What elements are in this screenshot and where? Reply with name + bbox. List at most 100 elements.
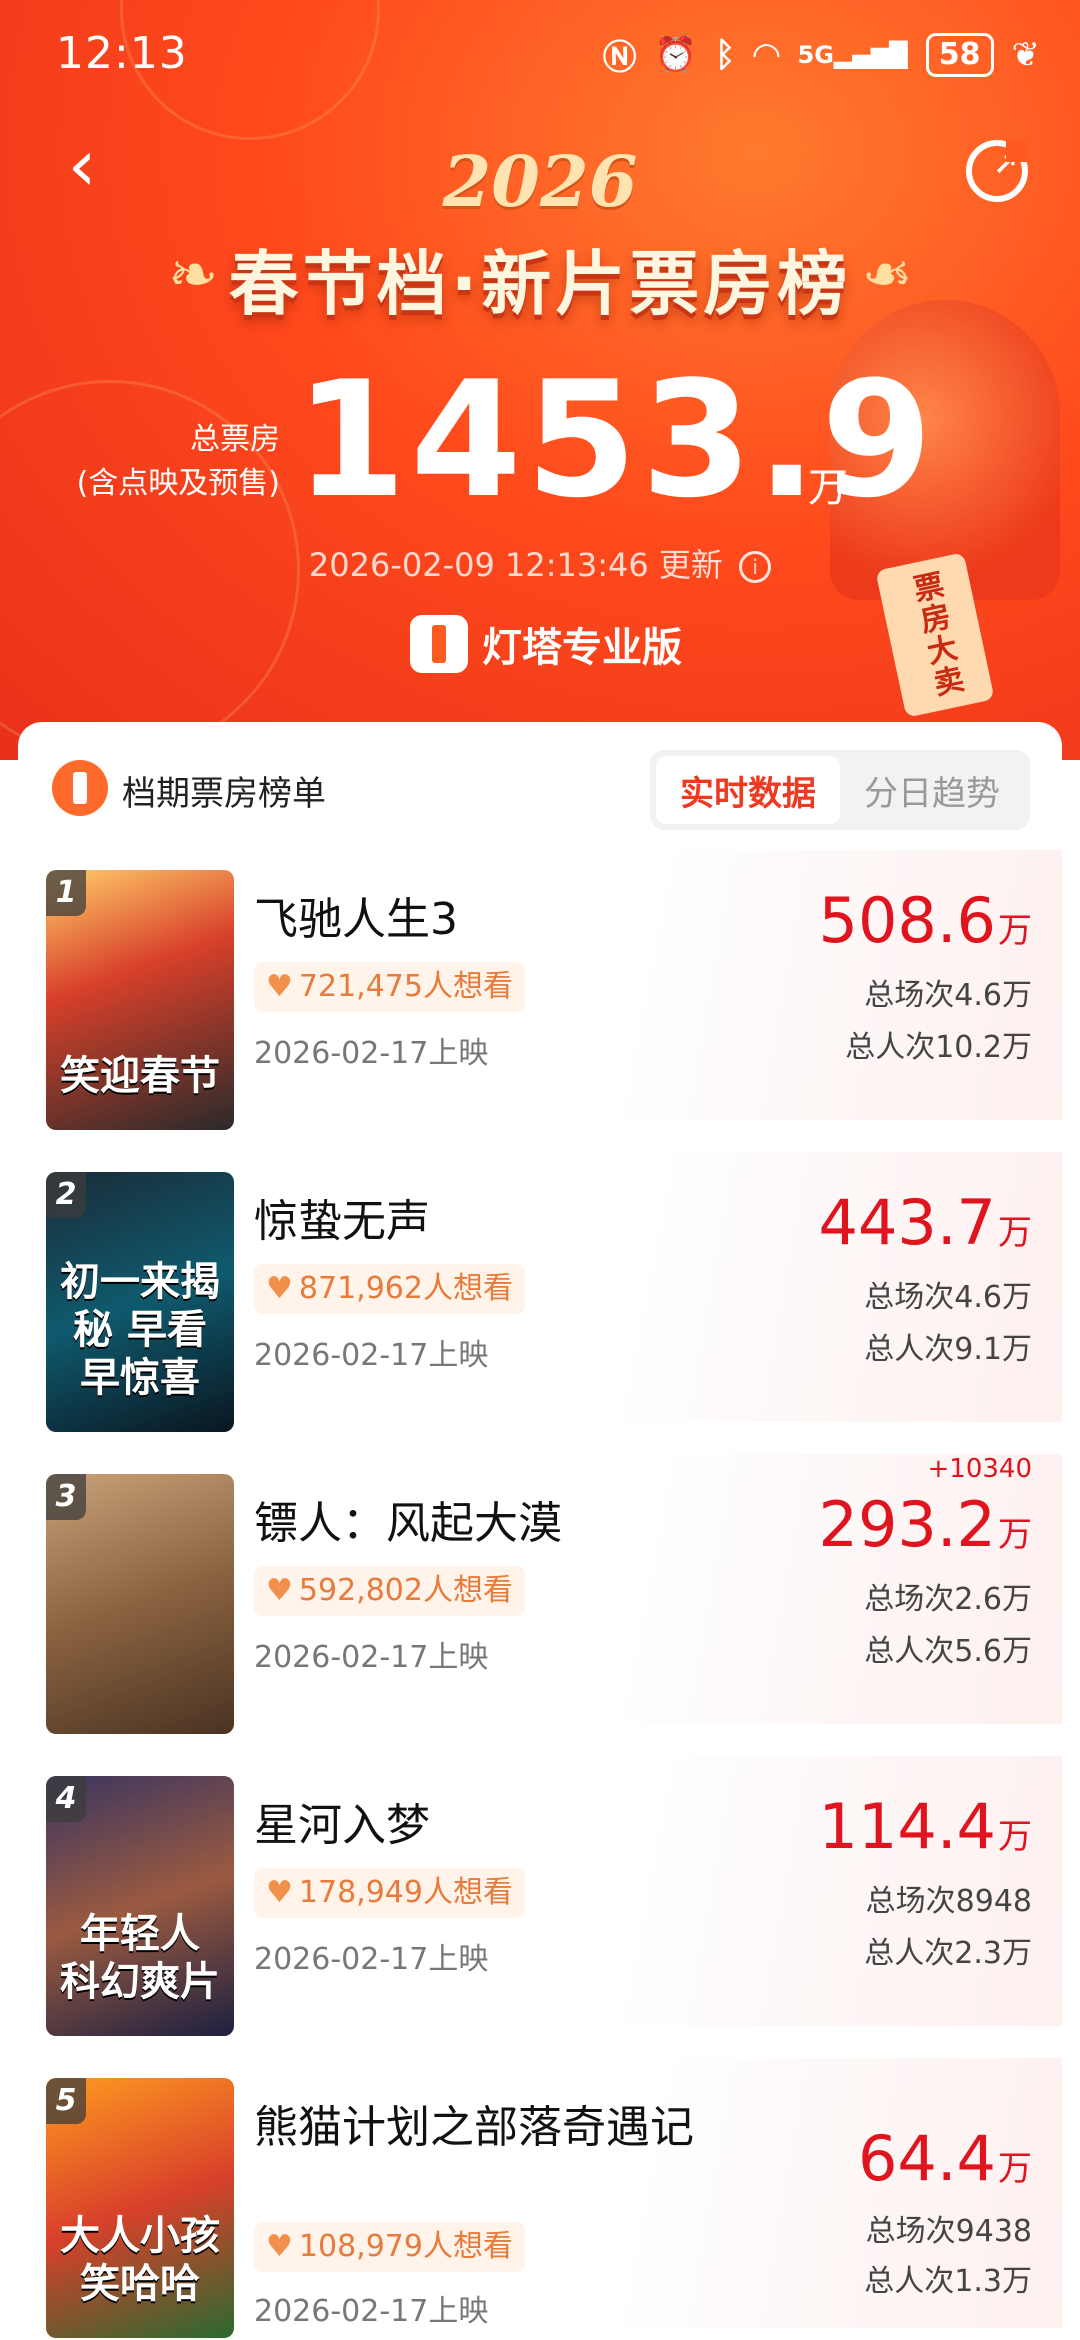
info-icon[interactable]: i [739,551,772,583]
box-office-value: 293.2万 [819,1488,1033,1561]
rank-badge: 4 [46,1776,86,1822]
total-audience: 总人次10.2万 [845,1030,1032,1065]
total-audience: 总人次5.6万 [864,1634,1032,1669]
total-label-line1: 总票房 [190,422,280,457]
poster-slogan: 年轻人 科幻爽片 [60,1911,220,2005]
total-audience: 总人次2.3万 [864,1936,1032,1971]
release-date: 2026-02-17上映 [254,1338,489,1373]
ranking-card: 档期票房榜单 实时数据 分日趋势 1 笑迎春节 飞驰人生3 ♥ 721,475人想… [18,722,1062,2340]
movie-poster: 3 [46,1474,234,1734]
gross-unit: 万 [998,2149,1032,2189]
movie-row[interactable]: 5 大人小孩 笑哈哈 熊猫计划之部落奇遇记 ♥ 108,979人想看 2026-0… [18,2058,1062,2338]
poster-slogan: 笑迎春节 [60,1053,220,1099]
want-to-see-badge: ♥ 178,949人想看 [254,1868,525,1918]
total-box-office-unit: 万 [808,465,848,511]
update-time[interactable]: 2026-02-09 12:13:46 更新 i [0,540,1080,586]
movie-row[interactable]: 4 年轻人 科幻爽片 星河入梦 ♥ 178,949人想看 2026-02-17上映… [18,1756,1062,2036]
want-to-see-badge: ♥ 721,475人想看 [254,962,525,1012]
release-date: 2026-02-17上映 [254,1942,489,1977]
wifi-icon: ◠ [753,34,780,75]
lighthouse-icon [52,760,108,816]
status-time: 12:13 [56,28,188,79]
total-audience: 总人次1.3万 [864,2264,1032,2299]
total-audience: 总人次9.1万 [864,1332,1032,1367]
poster-slogan: 初一来揭秘 早看早惊喜 [60,1259,220,1401]
heart-icon: ♥ [266,969,293,1004]
want-count: 721,475人想看 [298,969,513,1004]
movie-title: 熊猫计划之部落奇遇记 [254,2102,694,2153]
total-label-line2: (含点映及预售) [76,466,280,501]
card-header: 档期票房榜单 实时数据 分日趋势 [18,722,1062,850]
rank-badge: 1 [46,870,86,916]
box-office-delta: +10340 [927,1454,1033,1484]
gross-number: 114.4 [818,1790,997,1863]
brand-badge: 灯塔专业版 [410,615,682,673]
release-date: 2026-02-17上映 [254,1036,489,1071]
movie-row[interactable]: 2 初一来揭秘 早看早惊喜 惊蛰无声 ♥ 871,962人想看 2026-02-1… [18,1152,1062,1432]
movie-title: 星河入梦 [254,1800,430,1851]
want-count: 592,802人想看 [298,1573,513,1608]
total-box-office-label: 总票房 (含点映及预售) [60,418,280,506]
event-year: 2026 [442,140,638,223]
heart-icon: ♥ [266,1271,293,1306]
want-to-see-badge: ♥ 108,979人想看 [254,2222,525,2272]
want-count: 108,979人想看 [298,2229,513,2264]
campaign-title: 春节档·新片票房榜 [228,243,852,325]
release-date: 2026-02-17上映 [254,1640,489,1675]
gross-number: 64.4 [857,2122,996,2195]
brand-name: 灯塔专业版 [482,625,682,671]
box-office-value: 508.6万 [819,884,1033,957]
update-time-text: 2026-02-09 12:13:46 更新 [308,546,723,584]
leaf-icon: ❦ [1011,34,1041,75]
movie-title: 飞驰人生3 [254,894,458,945]
bluetooth-icon: ᛒ [714,34,736,75]
hero-banner: 票房大卖 12:13 Ⓝ ⏰ ᛒ ◠ 5G▂▄▆█ 58 ❦ ‹ ↗ 2026 … [0,0,1080,760]
total-shows: 总场次9438 [865,2214,1032,2249]
gross-number: 293.2 [818,1488,997,1561]
gross-unit: 万 [998,911,1032,951]
movie-poster: 4 年轻人 科幻爽片 [46,1776,234,2036]
movie-title: 惊蛰无声 [254,1196,430,1247]
want-count: 871,962人想看 [298,1271,513,1306]
alarm-icon: ⏰ [654,34,697,75]
tab-daily-trend[interactable]: 分日趋势 [840,756,1024,824]
want-to-see-badge: ♥ 871,962人想看 [254,1264,525,1314]
heart-icon: ♥ [266,1875,293,1910]
gross-unit: 万 [998,1817,1032,1857]
status-icons: Ⓝ ⏰ ᛒ ◠ 5G▂▄▆█ 58 ❦ [603,30,1040,79]
box-office-value: 64.4万 [858,2122,1032,2195]
movie-row[interactable]: 1 笑迎春节 飞驰人生3 ♥ 721,475人想看 2026-02-17上映 50… [18,850,1062,1130]
movie-row[interactable]: 3 镖人：风起大漠 ♥ 592,802人想看 2026-02-17上映 +1034… [18,1454,1062,1734]
gross-number: 508.6 [818,884,997,957]
box-office-value: 443.7万 [819,1186,1033,1259]
cellular-signal-icon: 5G▂▄▆█ [797,40,908,69]
box-office-value: 114.4万 [819,1790,1033,1863]
movie-poster: 5 大人小孩 笑哈哈 [46,2078,234,2338]
movie-title: 镖人：风起大漠 [254,1498,562,1549]
rank-badge: 2 [46,1172,86,1218]
gross-unit: 万 [998,1515,1032,1555]
total-shows: 总场次4.6万 [864,978,1032,1013]
battery-indicator: 58 [925,32,994,77]
view-toggle: 实时数据 分日趋势 [650,750,1030,830]
lighthouse-logo-icon [410,615,468,673]
total-shows: 总场次2.6万 [864,1582,1032,1617]
tab-realtime[interactable]: 实时数据 [656,756,840,824]
rank-badge: 5 [46,2078,86,2124]
want-count: 178,949人想看 [298,1875,513,1910]
poster-slogan: 大人小孩 笑哈哈 [60,2213,220,2307]
want-to-see-badge: ♥ 592,802人想看 [254,1566,525,1616]
movie-poster: 2 初一来揭秘 早看早惊喜 [46,1172,234,1432]
gross-number: 443.7 [818,1186,997,1259]
rank-badge: 3 [46,1474,86,1520]
total-shows: 总场次4.6万 [864,1280,1032,1315]
movie-poster: 1 笑迎春节 [46,870,234,1130]
heart-icon: ♥ [266,1573,293,1608]
status-bar: 12:13 Ⓝ ⏰ ᛒ ◠ 5G▂▄▆█ 58 ❦ [0,0,1080,110]
section-title: 档期票房榜单 [122,774,326,814]
total-shows: 总场次8948 [865,1884,1032,1919]
gross-unit: 万 [998,1213,1032,1253]
release-date: 2026-02-17上映 [254,2294,489,2329]
nfc-icon: Ⓝ [602,38,637,78]
heart-icon: ♥ [266,2229,293,2264]
